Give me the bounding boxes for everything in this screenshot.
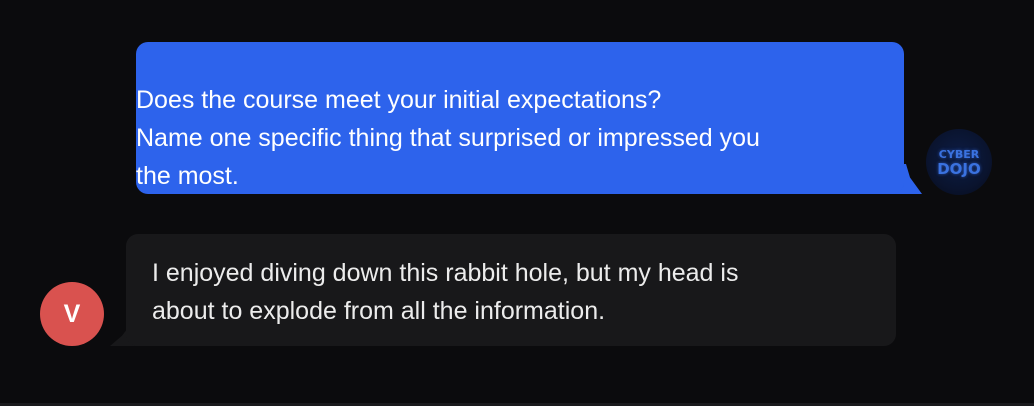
bot-message-line: Does the course meet your initial expect… bbox=[136, 86, 662, 114]
user-message-line: I enjoyed diving down this rabbit hole, … bbox=[152, 259, 739, 287]
user-avatar: V bbox=[40, 282, 104, 346]
bot-avatar-logo-line2: DOJO bbox=[937, 160, 981, 178]
bot-message-line: the most. bbox=[136, 162, 239, 190]
bot-message-bubble: Does the course meet your initial expect… bbox=[136, 42, 904, 194]
bot-avatar: CYBER DOJO bbox=[926, 129, 992, 195]
bot-message-line: Name one specific thing that surprised o… bbox=[136, 124, 760, 152]
user-message-line: about to explode from all the informatio… bbox=[152, 297, 606, 325]
user-message-bubble: I enjoyed diving down this rabbit hole, … bbox=[126, 234, 896, 346]
